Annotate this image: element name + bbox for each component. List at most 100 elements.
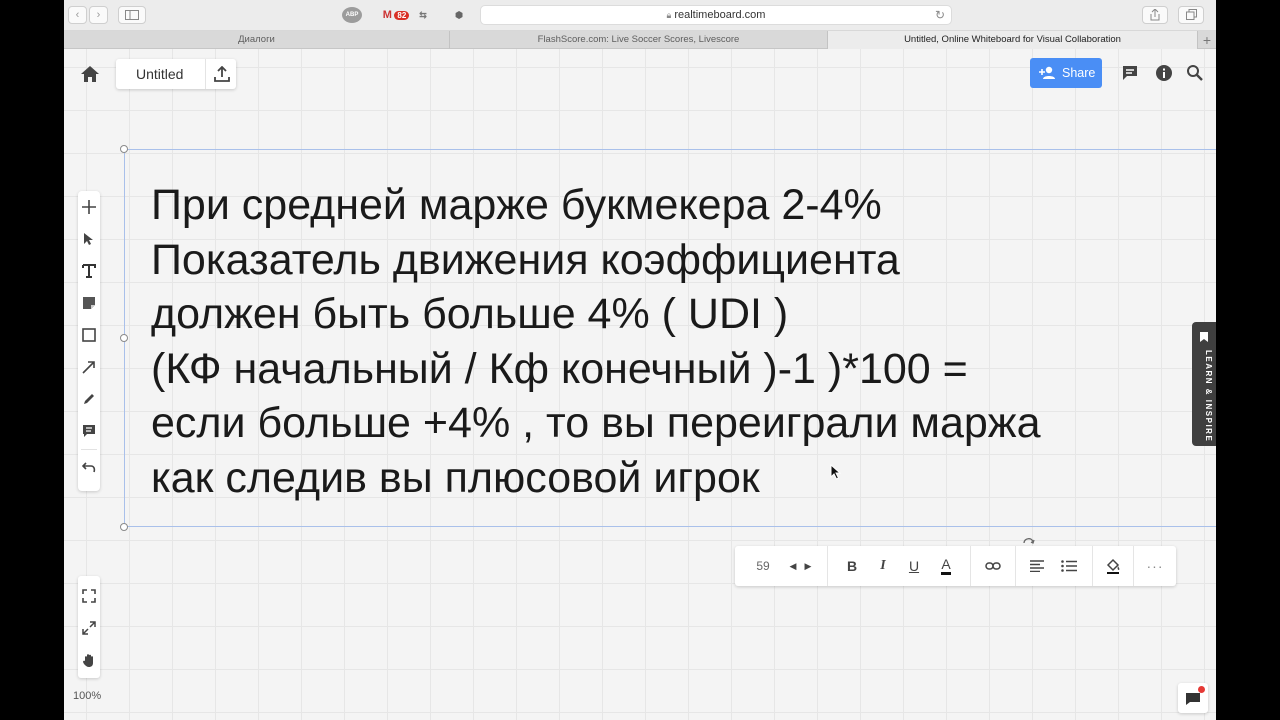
- tabs-overview-button[interactable]: [1178, 6, 1204, 24]
- info-icon[interactable]: [1155, 64, 1173, 82]
- browser-window: ‹ › ABP M 82 ⇆ ⬢ 🔒︎ realtimeboard.com ↻ Д…: [64, 0, 1216, 720]
- toolbar-divider: [1133, 546, 1134, 586]
- fit-screen-icon: [82, 589, 96, 603]
- address-bar[interactable]: 🔒︎ realtimeboard.com ↻: [480, 5, 952, 25]
- share-page-icon: [1150, 8, 1160, 21]
- text-t-icon: [82, 264, 96, 278]
- text-line: если больше +4% , то вы переиграли маржа: [151, 399, 1041, 447]
- bullet-list-button[interactable]: [1056, 546, 1082, 586]
- tab-whiteboard[interactable]: Untitled, Online Whiteboard for Visual C…: [828, 31, 1198, 49]
- comment-icon: [83, 425, 95, 437]
- text-line: При средней марже букмекера 2-4%: [151, 181, 882, 229]
- select-tool[interactable]: [78, 228, 100, 250]
- search-icon[interactable]: [1186, 64, 1204, 82]
- bullet-list-icon: [1061, 560, 1077, 572]
- fullscreen-tool[interactable]: [78, 617, 100, 639]
- pen-icon: [84, 394, 94, 404]
- link-button[interactable]: [979, 546, 1007, 586]
- resize-handle-bottom-left[interactable]: [120, 523, 128, 531]
- fill-color-button[interactable]: [1100, 546, 1126, 586]
- tab-bar: Диалоги FlashScore.com: Live Soccer Scor…: [64, 31, 1216, 49]
- text-color-button[interactable]: A: [933, 546, 959, 586]
- shape-tool[interactable]: [78, 324, 100, 346]
- text-line: (КФ начальный / Кф конечный )-1 )*100 =: [151, 344, 968, 393]
- toolbar-divider: [1092, 546, 1093, 586]
- arrow-icon: [82, 361, 95, 374]
- tab-dialogs[interactable]: Диалоги: [64, 31, 450, 49]
- text-line: как следив вы плюсовой игрок: [151, 453, 760, 502]
- export-button[interactable]: [205, 59, 236, 89]
- tab-flashscore[interactable]: FlashScore.com: Live Soccer Scores, Live…: [450, 31, 828, 49]
- tabs-overview-icon: [1185, 9, 1197, 20]
- browser-toolbar: ‹ › ABP M 82 ⇆ ⬢ 🔒︎ realtimeboard.com ↻: [64, 0, 1216, 31]
- hand-tool[interactable]: [78, 649, 100, 671]
- board-title[interactable]: Untitled: [136, 59, 183, 89]
- text-line: должен быть больше 4% ( UDI ): [151, 290, 789, 338]
- board-title-panel: Untitled: [116, 59, 236, 89]
- more-options-button[interactable]: ···: [1141, 546, 1169, 586]
- zoom-level[interactable]: 100%: [73, 690, 101, 702]
- align-left-icon: [1030, 560, 1044, 572]
- bold-button[interactable]: B: [839, 546, 865, 586]
- lock-icon: 🔒︎: [666, 10, 672, 20]
- gmail-badge: 82: [394, 11, 410, 20]
- font-size-value[interactable]: 59: [749, 546, 777, 586]
- notification-dot: [1198, 686, 1205, 693]
- sidebar-icon: [125, 10, 139, 20]
- undo-icon: [82, 462, 96, 473]
- adblock-extension[interactable]: ABP: [342, 7, 362, 23]
- text-content[interactable]: При средней марже букмекера 2-4% Показат…: [151, 178, 1211, 505]
- learn-inspire-tab[interactable]: LEARN & INSPIRE: [1192, 322, 1216, 446]
- gmail-extension[interactable]: M 82: [380, 7, 412, 23]
- comment-tool[interactable]: [78, 420, 100, 442]
- sticky-note-icon: [83, 297, 95, 309]
- sidebar-toggle-button[interactable]: [118, 6, 146, 24]
- reload-icon[interactable]: ↻: [935, 6, 945, 24]
- add-tool[interactable]: [78, 196, 100, 218]
- comments-icon[interactable]: [1121, 64, 1139, 82]
- share-button[interactable]: Share: [1030, 58, 1102, 88]
- hand-icon: [83, 653, 93, 667]
- add-user-icon: [1039, 66, 1055, 79]
- share-button-label: Share: [1062, 66, 1096, 80]
- arrows-extension-icon[interactable]: ⇆: [416, 7, 430, 23]
- link-icon: [985, 562, 1001, 570]
- sticky-note-tool[interactable]: [78, 292, 100, 314]
- upload-icon: [214, 66, 230, 82]
- expand-icon: [82, 621, 96, 635]
- toolbar-divider: [81, 449, 97, 450]
- font-size-increase-icon[interactable]: ▶: [802, 546, 814, 586]
- paint-bucket-icon: [1106, 558, 1120, 574]
- gmail-icon: M: [382, 9, 392, 21]
- font-size-decrease-icon[interactable]: ◀: [787, 546, 799, 586]
- share-page-button[interactable]: [1142, 6, 1168, 24]
- forward-button[interactable]: ›: [89, 6, 108, 24]
- italic-button[interactable]: I: [870, 546, 896, 586]
- home-icon[interactable]: [78, 62, 102, 86]
- text-tool[interactable]: [78, 260, 100, 282]
- toolbar-divider: [970, 546, 971, 586]
- text-widget[interactable]: При средней марже букмекера 2-4% Показат…: [120, 145, 1216, 531]
- undo-tool[interactable]: [78, 457, 100, 479]
- text-format-toolbar: 59 ◀ ▶ B I U A ···: [735, 546, 1176, 586]
- view-toolbar: [78, 576, 100, 678]
- toolbar-divider: [827, 546, 828, 586]
- chat-icon: [1186, 693, 1200, 705]
- new-tab-icon[interactable]: +: [1198, 31, 1216, 49]
- resize-handle-top-left[interactable]: [120, 145, 128, 153]
- rectangle-icon: [82, 328, 96, 342]
- underline-button[interactable]: U: [901, 546, 927, 586]
- pen-tool[interactable]: [78, 388, 100, 410]
- fit-screen-tool[interactable]: [78, 585, 100, 607]
- mouse-cursor-icon: [830, 464, 842, 480]
- toolbar-divider: [1015, 546, 1016, 586]
- cursor-arrow-icon: [84, 233, 93, 245]
- chat-button[interactable]: [1178, 683, 1208, 713]
- shield-extension-icon[interactable]: ⬢: [452, 7, 466, 23]
- text-color-letter: A: [941, 557, 951, 575]
- resize-handle-middle-left[interactable]: [120, 334, 128, 342]
- align-left-button[interactable]: [1024, 546, 1050, 586]
- back-button[interactable]: ‹: [68, 6, 87, 24]
- connector-tool[interactable]: [78, 356, 100, 378]
- whiteboard-canvas[interactable]: Untitled Share 100% При средней марже бу…: [64, 49, 1216, 720]
